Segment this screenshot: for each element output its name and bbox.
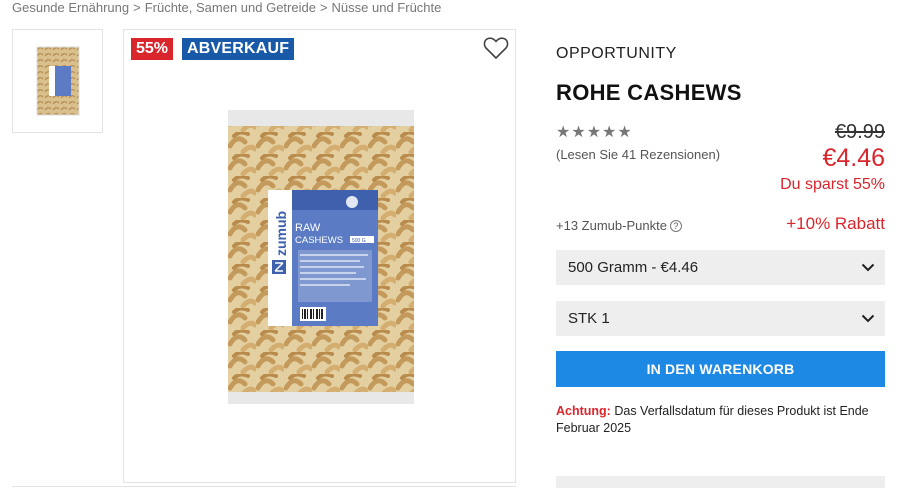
current-price: €4.46 [822, 144, 885, 172]
package-brand-text: zumub [273, 211, 289, 256]
package-product-line1: RAW [295, 222, 321, 234]
product-thumbnail[interactable] [12, 29, 103, 133]
chevron-down-icon [861, 314, 875, 323]
breadcrumb-separator: > [133, 0, 141, 15]
product-image-panel: 55% ABVERKAUF RAW CASHEWS 500 G zumub [123, 29, 516, 483]
size-select[interactable]: 500 Gramm - €4.46 [556, 250, 885, 285]
package-weight: 500 G [352, 238, 366, 244]
star-icon: ★ [617, 124, 633, 141]
breadcrumb-link-nuts[interactable]: Nüsse und Früchte [332, 0, 442, 15]
breadcrumb-separator: > [319, 0, 328, 15]
discount-badge: 55% [131, 38, 174, 60]
savings-text: Du sparst 55% [780, 176, 885, 193]
reward-points-label: +13 Zumub-Punkte [556, 218, 667, 233]
sale-badge: ABVERKAUF [182, 38, 295, 60]
quantity-select[interactable]: STK 1 [556, 301, 885, 336]
breadcrumb-link-fruits-seeds[interactable]: Früchte, Samen und Getreide [145, 0, 316, 15]
divider [12, 486, 516, 487]
star-icon: ★ [586, 124, 603, 141]
reward-points: +13 Zumub-Punkte ? [556, 218, 682, 233]
breadcrumb: Gesunde Ernährung > Früchte, Samen und Get… [12, 0, 441, 15]
breadcrumb-link-nutrition[interactable]: Gesunde Ernährung [12, 0, 129, 15]
add-to-cart-button[interactable]: IN DEN WARENKORB [556, 351, 885, 387]
chevron-down-icon [861, 263, 875, 272]
help-icon[interactable]: ? [669, 219, 682, 232]
product-brand[interactable]: OPPORTUNITY [556, 45, 677, 63]
package-product-line2: CASHEWS [295, 235, 343, 246]
star-icon: ★ [556, 124, 572, 141]
expiry-notice: Achtung: Das Verfallsdatum für dieses Pr… [556, 403, 876, 437]
extra-discount: +10% Rabatt [786, 214, 885, 233]
quantity-select-value: STK 1 [568, 310, 610, 327]
old-price: €9.99 [834, 121, 885, 143]
star-icon: ★ [602, 124, 618, 141]
notice-label: Achtung: [556, 404, 611, 418]
product-package-image: RAW CASHEWS 500 G zumub [228, 110, 414, 404]
rating-stars: ★★★★★ [556, 122, 633, 142]
next-section-strip [556, 476, 885, 488]
star-icon: ★ [571, 124, 587, 141]
product-title: ROHE CASHEWS [556, 80, 742, 105]
thumbnail-image [36, 46, 79, 116]
reviews-link[interactable]: (Lesen Sie 41 Rezensionen) [556, 147, 720, 162]
size-select-value: 500 Gramm - €4.46 [568, 259, 699, 276]
wishlist-heart-icon[interactable] [483, 36, 509, 60]
